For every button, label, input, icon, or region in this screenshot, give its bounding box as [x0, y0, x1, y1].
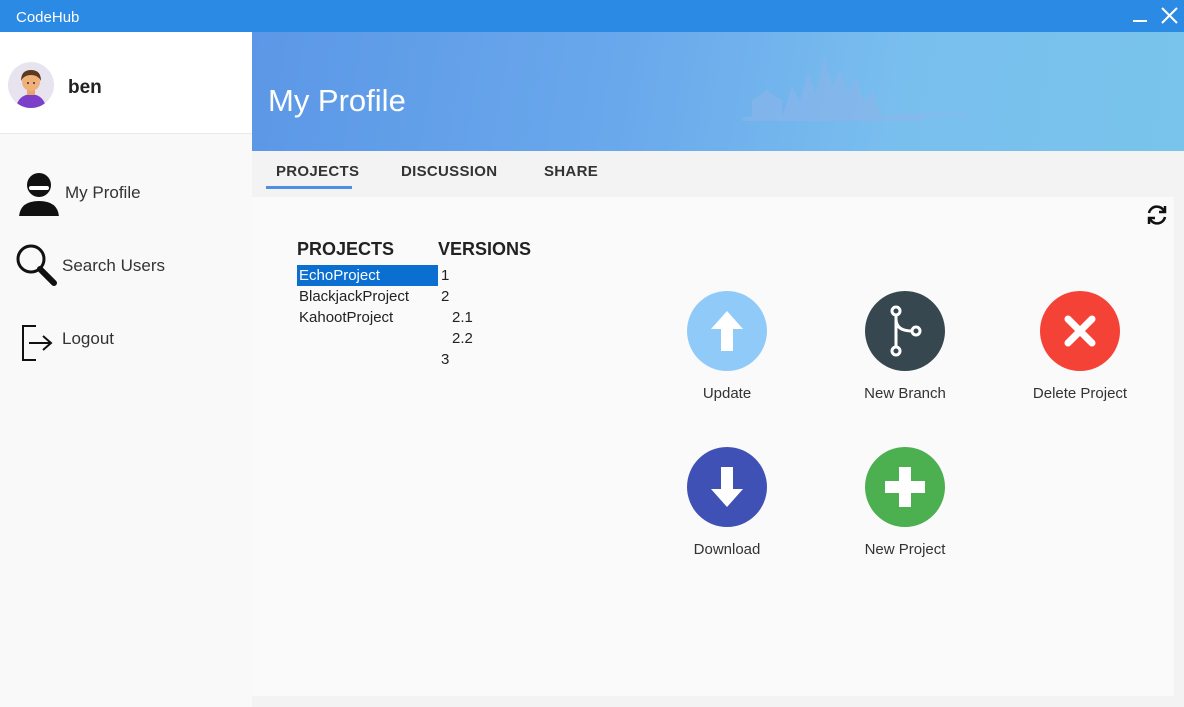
tab-bar: PROJECTS DISCUSSION SHARE	[252, 151, 1184, 197]
version-item[interactable]: 1	[438, 265, 518, 286]
tab-share[interactable]: SHARE	[544, 163, 598, 180]
castle-scenery-image	[742, 57, 967, 121]
page-title: My Profile	[268, 83, 406, 118]
arrow-up-icon	[711, 311, 743, 351]
download-circle	[687, 447, 767, 527]
new-branch-circle	[865, 291, 945, 371]
title-bar: CodeHub	[0, 0, 1184, 32]
project-item[interactable]: EchoProject	[297, 265, 438, 286]
sidebar-item-label: Logout	[62, 329, 114, 348]
project-item[interactable]: BlackjackProject	[297, 286, 438, 307]
user-panel: ben	[0, 32, 252, 134]
branch-icon	[890, 305, 922, 357]
logout-icon	[22, 325, 53, 361]
close-icon	[1064, 315, 1096, 347]
tab-discussion[interactable]: DISCUSSION	[401, 163, 497, 180]
header-banner: My Profile	[252, 32, 1184, 151]
active-tab-indicator	[266, 186, 352, 189]
plus-icon	[885, 467, 925, 507]
app-title: CodeHub	[16, 9, 80, 26]
avatar-icon	[16, 70, 46, 108]
minimize-icon	[1133, 20, 1147, 22]
avatar	[8, 62, 54, 108]
sidebar-item-label: Search Users	[62, 256, 165, 275]
sidebar-item-search-users[interactable]: Search Users	[0, 235, 252, 295]
update-circle	[687, 291, 767, 371]
new-project-button[interactable]: New Project	[835, 447, 975, 577]
version-item[interactable]: 2	[438, 286, 518, 307]
version-item[interactable]: 2.1	[438, 307, 518, 328]
action-label: New Project	[864, 541, 946, 558]
new-branch-button[interactable]: New Branch	[835, 291, 975, 421]
version-item[interactable]: 3	[438, 349, 518, 370]
action-label: Update	[702, 385, 752, 402]
sidebar-item-logout[interactable]: Logout	[0, 308, 252, 368]
sidebar: ben My Profile Search Users Logout	[0, 32, 252, 707]
projects-column-header: PROJECTS	[297, 239, 395, 259]
update-button[interactable]: Update	[657, 291, 797, 421]
close-window-button[interactable]	[1157, 4, 1183, 28]
refresh-icon	[1147, 205, 1167, 225]
refresh-button[interactable]	[1144, 202, 1170, 228]
delete-circle	[1040, 291, 1120, 371]
action-label: Delete Project	[1032, 385, 1128, 402]
project-item[interactable]: KahootProject	[297, 307, 438, 328]
project-list: EchoProject BlackjackProject KahootProje…	[297, 265, 438, 328]
version-item[interactable]: 2.2	[438, 328, 518, 349]
delete-project-button[interactable]: Delete Project	[1010, 291, 1150, 421]
sidebar-item-label: My Profile	[65, 183, 141, 202]
minimize-button[interactable]	[1128, 4, 1154, 28]
search-icon	[16, 244, 57, 286]
username: ben	[68, 77, 102, 98]
tab-projects[interactable]: PROJECTS	[276, 163, 359, 180]
action-label: Download	[693, 541, 761, 558]
close-icon	[1161, 7, 1178, 24]
versions-column-header: VERSIONS	[438, 239, 532, 259]
new-project-circle	[865, 447, 945, 527]
action-label: New Branch	[864, 385, 946, 402]
download-button[interactable]: Download	[657, 447, 797, 577]
version-tree: 1 2 2.1 2.2 3	[438, 265, 518, 370]
sidebar-item-my-profile[interactable]: My Profile	[0, 162, 252, 222]
projects-content: PROJECTS VERSIONS EchoProject BlackjackP…	[252, 197, 1174, 696]
user-icon	[19, 173, 59, 216]
arrow-down-icon	[711, 467, 743, 507]
